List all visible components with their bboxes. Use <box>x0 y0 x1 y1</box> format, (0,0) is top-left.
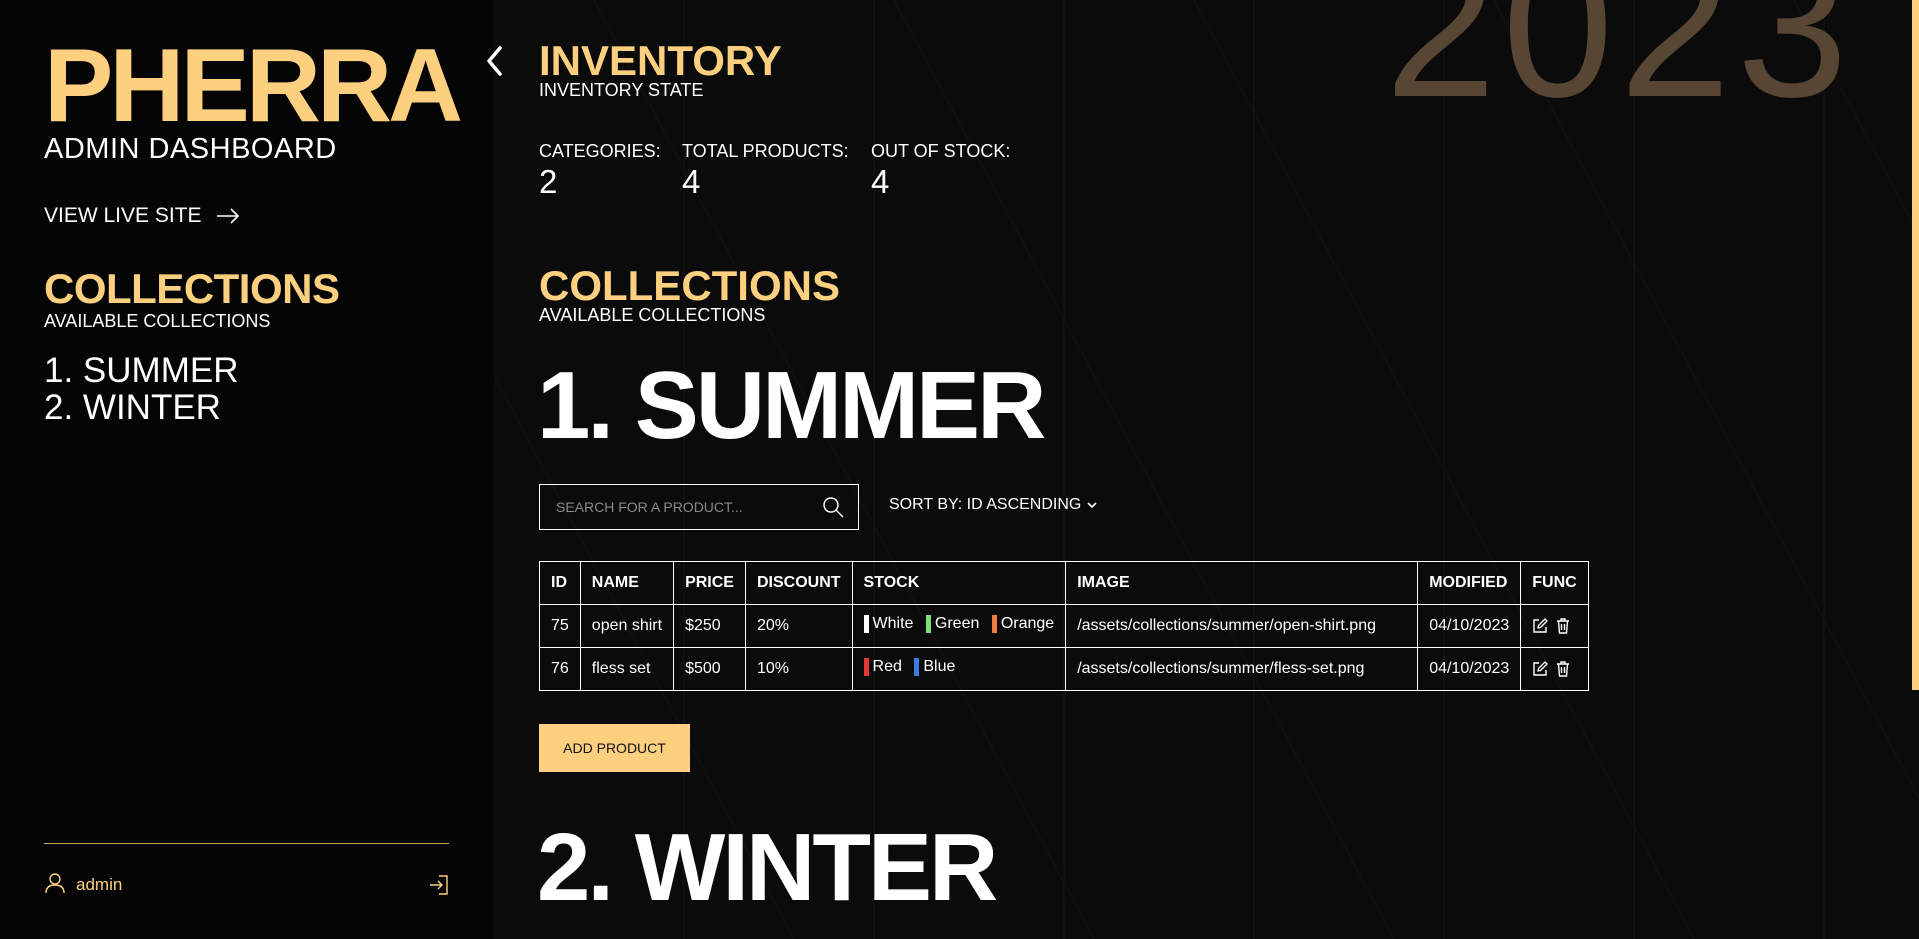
trash-icon[interactable] <box>1556 661 1570 677</box>
scroll-indicator[interactable] <box>1912 0 1919 690</box>
product-search <box>539 484 859 530</box>
sidebar-divider <box>44 843 449 844</box>
products-table: ID NAME PRICE DISCOUNT STOCK IMAGE MODIF… <box>539 561 1589 691</box>
page: 2023 PHERRA ADMIN DASHBOARD VIEW LIVE SI… <box>0 0 1919 939</box>
stock-variant-label: Green <box>934 614 980 632</box>
search-input[interactable] <box>554 498 822 516</box>
chevron-down-icon <box>1087 496 1097 514</box>
row-actions <box>1532 618 1576 634</box>
add-product-button[interactable]: ADD PRODUCT <box>539 724 690 772</box>
cell-modified: 04/10/2023 <box>1417 604 1522 648</box>
chevron-left-icon <box>484 45 504 81</box>
edit-icon[interactable] <box>1532 618 1548 634</box>
color-swatch <box>991 614 997 633</box>
sort-dropdown[interactable]: SORT BY: ID ASCENDING <box>889 496 1097 514</box>
sidebar-item-summer[interactable]: 1. SUMMER <box>44 352 238 389</box>
color-swatch <box>863 614 869 633</box>
view-live-site-link[interactable]: VIEW LIVE SITE <box>44 204 240 228</box>
table-row: 76 fless set $500 10% Red Blue /assets/c… <box>539 647 1589 691</box>
stat-value: 4 <box>871 163 890 200</box>
cell-func <box>1520 647 1589 691</box>
cell-image: /assets/collections/summer/open-shirt.pn… <box>1065 604 1419 648</box>
trash-icon[interactable] <box>1556 618 1570 634</box>
inventory-title: INVENTORY <box>539 37 782 84</box>
brand-subtitle: ADMIN DASHBOARD <box>44 133 337 165</box>
cell-image: /assets/collections/summer/fless-set.png <box>1065 647 1419 691</box>
sidebar: PHERRA ADMIN DASHBOARD VIEW LIVE SITE CO… <box>0 0 494 939</box>
sidebar-collections-list: 1. SUMMER 2. WINTER <box>44 352 238 426</box>
section-heading-winter: 2. WINTER <box>537 814 998 921</box>
row-actions <box>1532 661 1576 677</box>
column-header-price: PRICE <box>673 561 746 605</box>
section-heading-summer: 1. SUMMER <box>537 352 1046 459</box>
cell-discount: 10% <box>744 647 853 691</box>
stat-categories: CATEGORIES: 2 <box>539 141 661 202</box>
sidebar-item-winter[interactable]: 2. WINTER <box>44 389 238 426</box>
cell-modified: 04/10/2023 <box>1417 647 1522 691</box>
cell-discount: 20% <box>744 604 853 648</box>
stock-variant: Red <box>863 657 902 676</box>
color-swatch <box>863 657 869 676</box>
view-live-site-label: VIEW LIVE SITE <box>44 204 202 227</box>
stock-variant: Blue <box>914 657 956 676</box>
brand-title: PHERRA <box>44 28 463 144</box>
sidebar-collections-subtitle: AVAILABLE COLLECTIONS <box>44 311 271 331</box>
collapse-sidebar-button[interactable] <box>482 46 506 80</box>
collections-title: COLLECTIONS <box>539 262 840 309</box>
user-info[interactable]: admin <box>44 872 122 899</box>
background-year: 2023 <box>1385 0 1854 139</box>
user-icon <box>44 872 66 899</box>
color-swatch <box>914 657 920 676</box>
color-swatch <box>925 614 931 633</box>
table-row: 75 open shirt $250 20% White Green Orang… <box>539 604 1589 648</box>
search-icon[interactable] <box>822 496 844 518</box>
sidebar-collections-title: COLLECTIONS <box>44 265 340 312</box>
table-header-row: ID NAME PRICE DISCOUNT STOCK IMAGE MODIF… <box>539 561 1589 605</box>
column-header-name: NAME <box>579 561 675 605</box>
column-header-modified: MODIFIED <box>1417 561 1522 605</box>
stock-variant: White <box>863 614 914 633</box>
arrow-right-icon <box>216 208 240 224</box>
cell-id: 75 <box>539 604 581 648</box>
cell-name: open shirt <box>579 604 675 648</box>
cell-price: $500 <box>673 647 746 691</box>
column-header-image: IMAGE <box>1065 561 1419 605</box>
stock-variant-label: Blue <box>923 657 956 675</box>
cell-name: fless set <box>579 647 675 691</box>
inventory-subtitle: INVENTORY STATE <box>539 80 704 100</box>
user-row: admin <box>44 872 449 898</box>
user-name: admin <box>76 875 123 894</box>
column-header-func: FUNC <box>1520 561 1589 605</box>
stat-value: 2 <box>539 163 558 200</box>
collections-subtitle: AVAILABLE COLLECTIONS <box>539 305 766 325</box>
stat-value: 4 <box>682 163 701 200</box>
edit-icon[interactable] <box>1532 661 1548 677</box>
cell-stock: White Green Orange <box>851 604 1067 648</box>
stock-variant-label: Orange <box>1000 614 1055 632</box>
stat-total-products: TOTAL PRODUCTS: 4 <box>682 141 849 202</box>
stat-label: TOTAL PRODUCTS: <box>682 141 849 161</box>
column-header-discount: DISCOUNT <box>744 561 853 605</box>
stock-variant: Green <box>925 614 980 633</box>
stat-label: CATEGORIES: <box>539 141 661 161</box>
cell-id: 76 <box>539 647 581 691</box>
cell-func <box>1520 604 1589 648</box>
cell-stock: Red Blue <box>851 647 1067 691</box>
logout-icon[interactable] <box>429 875 449 895</box>
stock-variant: Orange <box>991 614 1055 633</box>
stat-label: OUT OF STOCK: <box>871 141 1011 161</box>
stat-out-of-stock: OUT OF STOCK: 4 <box>871 141 1010 202</box>
stock-variant-label: White <box>872 614 914 632</box>
sort-label: SORT BY: ID ASCENDING <box>889 496 1082 513</box>
column-header-id: ID <box>539 561 581 605</box>
stock-variant-label: Red <box>872 657 902 675</box>
cell-price: $250 <box>673 604 746 648</box>
column-header-stock: STOCK <box>851 561 1067 605</box>
